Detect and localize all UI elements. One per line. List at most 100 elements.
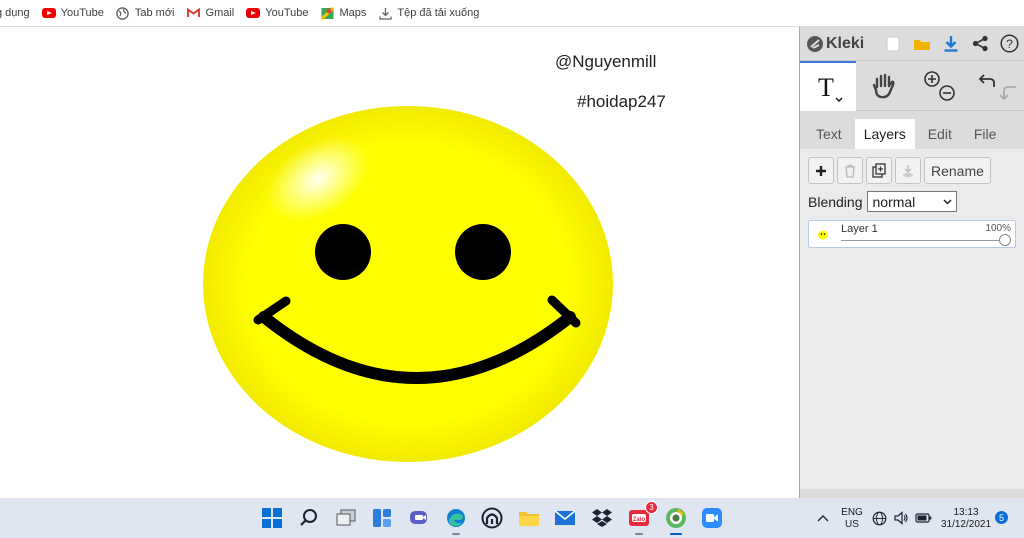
share-button[interactable] (966, 29, 995, 59)
dropbox-button[interactable] (589, 505, 615, 531)
bookmark-gmail[interactable]: Gmail (187, 6, 234, 20)
chrome-button[interactable] (663, 505, 689, 535)
new-file-button[interactable] (878, 29, 907, 59)
notification-badge[interactable]: 5 (995, 511, 1008, 524)
bookmark-label: YouTube (60, 7, 104, 19)
app-arch-icon (481, 507, 503, 529)
app-button[interactable] (479, 505, 505, 531)
duplicate-layer-button[interactable] (866, 157, 892, 184)
clock-time: 13:13 (953, 507, 979, 518)
zoom-app-button[interactable] (699, 505, 725, 531)
browser-icon (666, 508, 686, 528)
video-camera-icon (702, 508, 722, 528)
hand-icon (872, 73, 895, 99)
gmail-icon (187, 6, 201, 20)
dropbox-icon (592, 509, 612, 527)
zoom-in-out-icon (924, 71, 955, 101)
language-indicator[interactable]: ENG US (838, 507, 866, 531)
edge-icon (447, 509, 465, 527)
tab-edit[interactable]: Edit (919, 119, 961, 149)
drawing-canvas[interactable]: @Nguyenmill #hoidap247 (0, 27, 799, 498)
show-hidden-icons-button[interactable] (812, 505, 834, 531)
smiley-left-eye (315, 224, 371, 280)
chevron-up-icon (817, 515, 829, 522)
merge-layer-button[interactable] (895, 157, 921, 184)
bookmark-youtube[interactable]: YouTube (41, 6, 104, 20)
bookmark-maps[interactable]: Maps (320, 6, 366, 20)
hand-tool-button[interactable] (856, 61, 912, 111)
widgets-button[interactable] (369, 505, 395, 531)
kleki-panel: Kleki ? T Text Layers Edit File Rename B… (799, 27, 1024, 498)
teams-chat-button[interactable] (406, 505, 432, 531)
volume-icon (893, 511, 908, 525)
battery-icon (915, 513, 932, 523)
youtube-icon (246, 6, 261, 20)
search-icon (300, 509, 317, 526)
opacity-slider-track[interactable] (841, 240, 1005, 241)
smiley-drawing (203, 106, 613, 462)
mail-icon (554, 510, 576, 525)
tab-text[interactable]: Text (807, 119, 851, 149)
edge-button[interactable] (443, 505, 469, 535)
bookmark-label: Tệp đã tải xuống (397, 7, 480, 19)
file-explorer-button[interactable] (516, 505, 542, 531)
zoom-buttons[interactable] (912, 61, 968, 111)
windows-icon (262, 508, 282, 528)
canvas-text-hashtag: #hoidap247 (577, 92, 666, 111)
add-layer-button[interactable] (808, 157, 834, 184)
layer-item[interactable]: Layer 1 100% (808, 220, 1016, 248)
blending-row: Blending normal (808, 191, 1016, 212)
undo-redo-buttons[interactable] (968, 61, 1024, 111)
folder-icon (913, 39, 930, 50)
tab-file[interactable]: File (965, 119, 1006, 149)
quick-settings-button[interactable] (872, 507, 932, 529)
zalo-button[interactable]: Zalo 3 (626, 501, 658, 535)
open-file-button[interactable] (907, 29, 936, 59)
rename-layer-button[interactable]: Rename (924, 157, 991, 184)
chat-icon (410, 511, 427, 524)
taskbar: Zalo 3 ENG US 13:13 31/12/2021 5 (0, 498, 1024, 538)
help-icon: ? (1000, 34, 1019, 53)
blending-select[interactable]: normal (866, 191, 957, 212)
layer-opacity: 100% (985, 223, 1011, 234)
task-view-button[interactable] (333, 505, 359, 531)
svg-text:Zalo: Zalo (633, 517, 646, 523)
bookmark-new-tab[interactable]: Tab mới (116, 6, 175, 20)
opacity-slider-handle[interactable] (999, 234, 1011, 246)
panel-tabs: Text Layers Edit File (800, 115, 1024, 149)
text-tool-button[interactable]: T (800, 61, 856, 111)
globe-icon (872, 511, 887, 525)
start-button[interactable] (259, 505, 285, 531)
trash-icon (845, 164, 855, 178)
tab-layers[interactable]: Layers (854, 119, 915, 149)
panel-top-bar: Kleki ? (800, 27, 1024, 61)
maps-icon (320, 6, 334, 20)
smiley-face (203, 106, 613, 462)
blending-label: Blending (808, 193, 863, 210)
kleki-logo-icon (807, 35, 823, 52)
share-icon (972, 35, 988, 52)
layers-tab-body: Rename Blending normal Layer 1 100% (800, 149, 1024, 489)
mail-button[interactable] (552, 505, 578, 531)
new-file-icon (886, 36, 900, 51)
folder-icon (519, 512, 539, 526)
bookmark-youtube-2[interactable]: YouTube (246, 6, 308, 20)
layer-name: Layer 1 (841, 223, 878, 235)
kleki-logo[interactable]: Kleki (806, 35, 864, 53)
widgets-icon (373, 509, 391, 527)
layer-buttons: Rename (808, 157, 1016, 184)
svg-text:T: T (818, 73, 834, 102)
bookmark-downloads[interactable]: Tệp đã tải xuống (378, 6, 479, 20)
chevron-down-icon (942, 198, 952, 205)
plus-icon (816, 165, 826, 176)
bookmark-apps[interactable]: g dụng (0, 7, 30, 19)
search-button[interactable] (296, 505, 322, 531)
help-button[interactable]: ? (995, 29, 1024, 59)
clock[interactable]: 13:13 31/12/2021 (940, 507, 992, 531)
text-tool-icon: T (818, 73, 843, 102)
zalo-badge: 3 (645, 501, 658, 514)
delete-layer-button[interactable] (837, 157, 863, 184)
save-button[interactable] (937, 29, 966, 59)
tool-bar: T (800, 61, 1024, 111)
youtube-icon (41, 6, 56, 20)
